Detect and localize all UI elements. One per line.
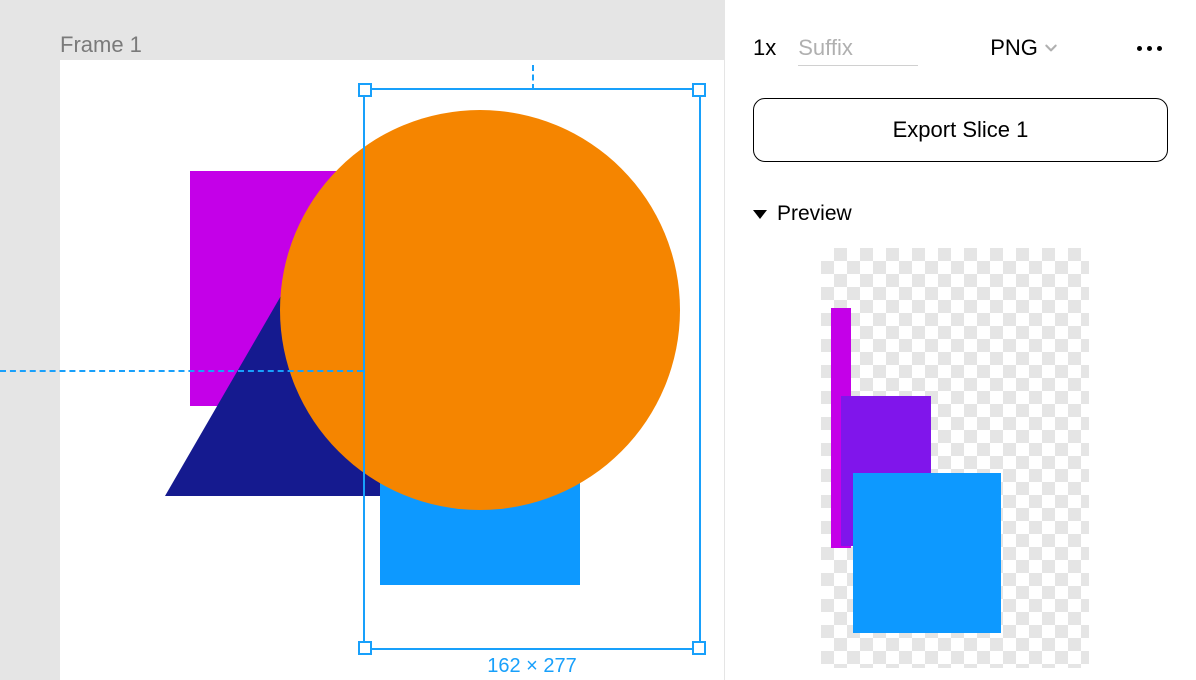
preview-section-toggle[interactable]: Preview [753,202,1168,226]
right-panel: 1x PNG Export Slice 1 Preview [724,0,1196,680]
export-button[interactable]: Export Slice 1 [753,98,1168,162]
preview-shape-blue [853,473,1001,633]
shape-circle-orange[interactable] [280,110,680,510]
preview-label: Preview [777,202,852,226]
export-format-label: PNG [990,35,1038,61]
more-options-icon[interactable] [1131,40,1168,57]
frame-label[interactable]: Frame 1 [60,32,142,58]
export-settings-row: 1x PNG [753,24,1168,72]
chevron-down-icon [1044,41,1058,55]
alignment-guide-horizontal [0,370,363,372]
preview-thumbnail [821,248,1089,668]
export-scale[interactable]: 1x [753,35,776,61]
export-format-select[interactable]: PNG [990,35,1058,61]
export-suffix-input[interactable] [798,31,918,66]
disclosure-triangle-icon [753,210,767,219]
preview-shapes [821,248,1089,668]
canvas-area[interactable]: Frame 1 162 × 277 [0,0,724,680]
